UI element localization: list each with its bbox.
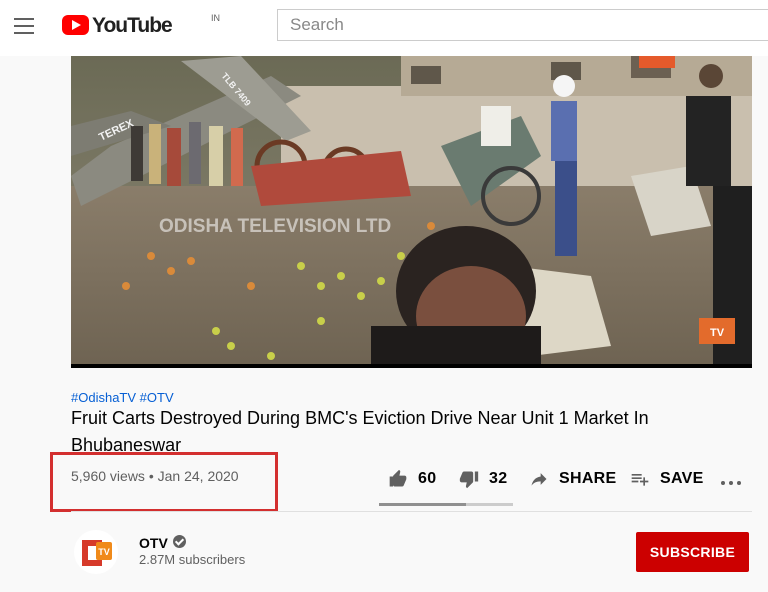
like-icon [389, 469, 407, 487]
masthead: YouTube IN Search [0, 0, 768, 56]
dislike-icon [459, 471, 479, 489]
svg-text:TV: TV [710, 327, 725, 339]
hashtag-link[interactable]: #OTV [140, 390, 174, 405]
sentiment-bar [379, 503, 513, 506]
dislike-count: 32 [489, 470, 508, 487]
share-label: SHARE [559, 470, 617, 487]
verified-icon [173, 535, 186, 548]
share-button[interactable]: SHARE [529, 466, 617, 492]
video-bottom-bar [71, 364, 752, 368]
logo-text: YouTube [92, 14, 173, 37]
hashtag-link[interactable]: #OdishaTV [71, 390, 136, 405]
share-icon [531, 473, 547, 486]
svg-text:TV: TV [98, 547, 110, 557]
subscriber-count: 2.87M subscribers [139, 552, 246, 567]
more-actions-button[interactable] [720, 466, 752, 492]
subscribe-button[interactable]: SUBSCRIBE [636, 532, 749, 572]
channel-name[interactable]: OTV [139, 535, 168, 551]
video-title: Fruit Carts Destroyed During BMC's Evict… [71, 408, 649, 455]
hashtags: #OdishaTV #OTV [71, 390, 174, 405]
otv-logo: TV [74, 530, 118, 574]
channel-avatar[interactable]: TV [74, 530, 118, 574]
more-icon [721, 481, 741, 485]
video-player[interactable]: TV ODISHA TELEVISION LTD TEREX TLB 7409 [71, 56, 752, 368]
video-frame: TV ODISHA TELEVISION LTD TEREX TLB 7409 [71, 56, 752, 368]
menu-icon[interactable] [14, 18, 34, 34]
divider [71, 511, 752, 512]
like-button[interactable]: 60 [388, 466, 436, 492]
region-code: IN [211, 13, 220, 23]
like-count: 60 [418, 470, 437, 487]
dislike-button[interactable]: 32 [459, 466, 507, 492]
video-watermark: ODISHA TELEVISION LTD [159, 216, 391, 237]
highlight-box [50, 452, 278, 512]
save-label: SAVE [660, 470, 704, 487]
youtube-play-icon [62, 15, 89, 35]
sentiment-bar-fill [379, 503, 467, 506]
save-icon [631, 474, 649, 486]
search-input[interactable]: Search [277, 9, 768, 41]
save-button[interactable]: SAVE [630, 466, 704, 492]
